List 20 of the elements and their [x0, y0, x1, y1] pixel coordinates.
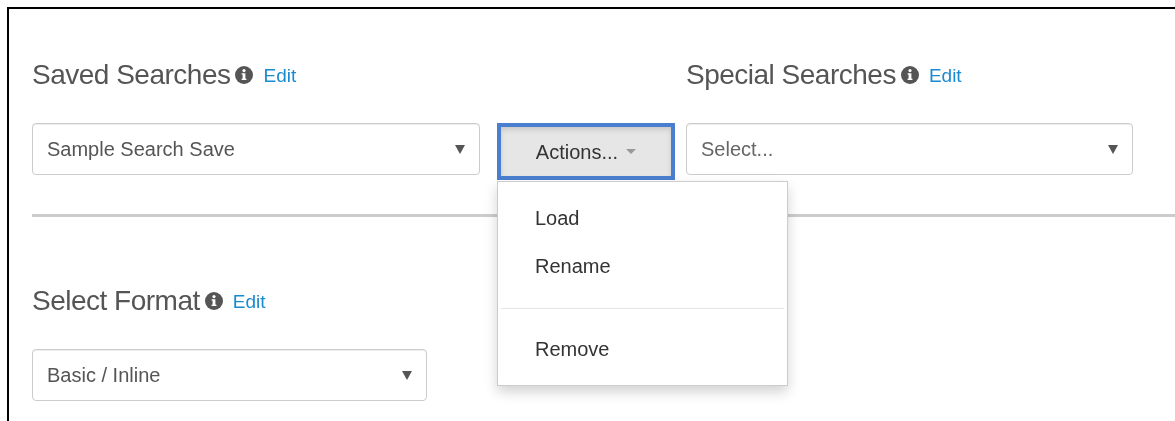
caret-icon [626, 149, 637, 154]
info-icon [204, 292, 223, 310]
actions-button[interactable]: Actions... [497, 123, 675, 180]
section-heading: Saved Searches [32, 61, 231, 89]
select-field[interactable]: Basic / Inline [32, 349, 427, 401]
section-heading: Special Searches [686, 61, 896, 89]
info-icon [235, 66, 254, 84]
edit-link[interactable]: Edit [263, 65, 297, 85]
select-field[interactable]: Sample Search Save [32, 123, 480, 175]
dropdown-caret-icon [1108, 144, 1118, 154]
info-icon [900, 66, 919, 84]
menu-item[interactable]: Remove [498, 325, 787, 373]
edit-link[interactable]: Edit [928, 65, 962, 85]
dropdown-caret-icon [455, 144, 465, 154]
dropdown-caret-icon [402, 370, 412, 380]
edit-link[interactable]: Edit [232, 291, 266, 311]
menu-item[interactable]: Rename [498, 242, 787, 290]
menu-item[interactable]: Load [498, 194, 787, 242]
section-heading: Select Format [32, 287, 200, 315]
select-field[interactable]: Select... [686, 123, 1133, 175]
